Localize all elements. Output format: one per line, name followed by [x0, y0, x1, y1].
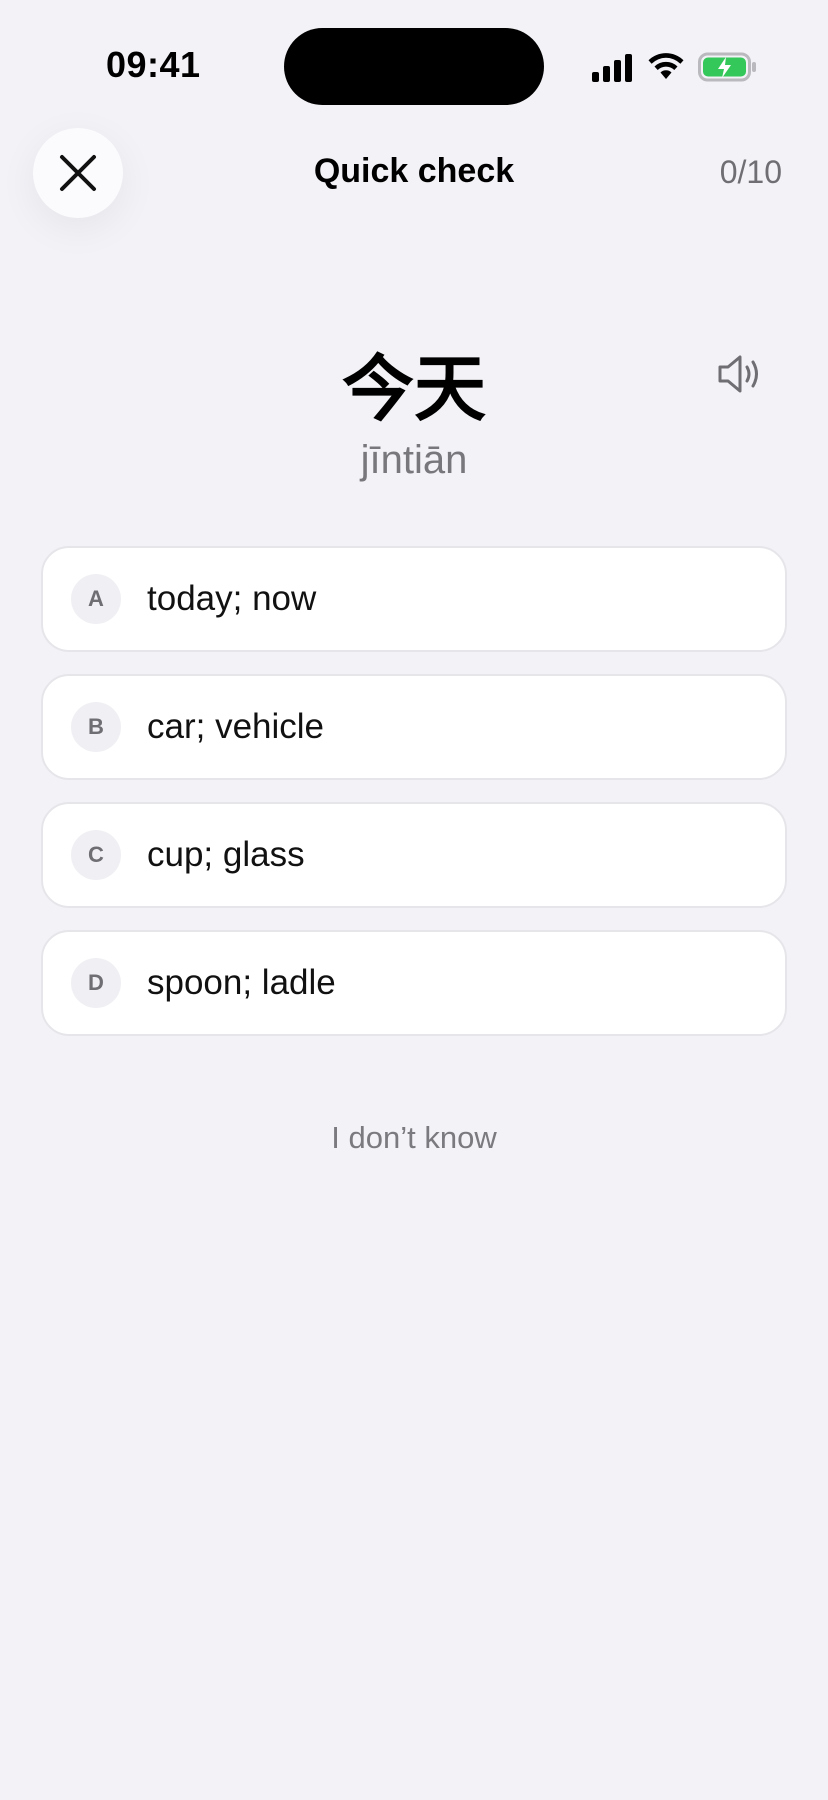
progress-counter: 0/10 — [719, 154, 782, 190]
wifi-icon — [648, 53, 684, 79]
option-c[interactable]: C cup; glass — [41, 802, 787, 908]
pinyin: jīntiān — [360, 438, 468, 482]
option-d[interactable]: D spoon; ladle — [41, 930, 787, 1036]
option-letter: D — [71, 958, 121, 1008]
option-text: spoon; ladle — [147, 963, 336, 1002]
option-letter: C — [71, 830, 121, 880]
option-letter: B — [71, 702, 121, 752]
hanzi-word: 今天 — [341, 347, 486, 431]
dynamic-island — [284, 28, 544, 105]
dont-know-button[interactable]: I don’t know — [0, 1120, 828, 1156]
answer-options: A today; now B car; vehicle C cup; glass… — [41, 546, 787, 1058]
page-title: Quick check — [313, 152, 515, 190]
option-b[interactable]: B car; vehicle — [41, 674, 787, 780]
cellular-signal-icon — [592, 54, 632, 82]
battery-charging-icon — [698, 52, 756, 82]
speaker-icon — [718, 355, 758, 393]
option-text: today; now — [147, 579, 317, 618]
option-text: cup; glass — [147, 835, 305, 874]
option-text: car; vehicle — [147, 707, 325, 746]
option-a[interactable]: A today; now — [41, 546, 787, 652]
option-letter: A — [71, 574, 121, 624]
status-time: 09:41 — [106, 44, 201, 85]
play-audio-button[interactable] — [716, 352, 766, 396]
